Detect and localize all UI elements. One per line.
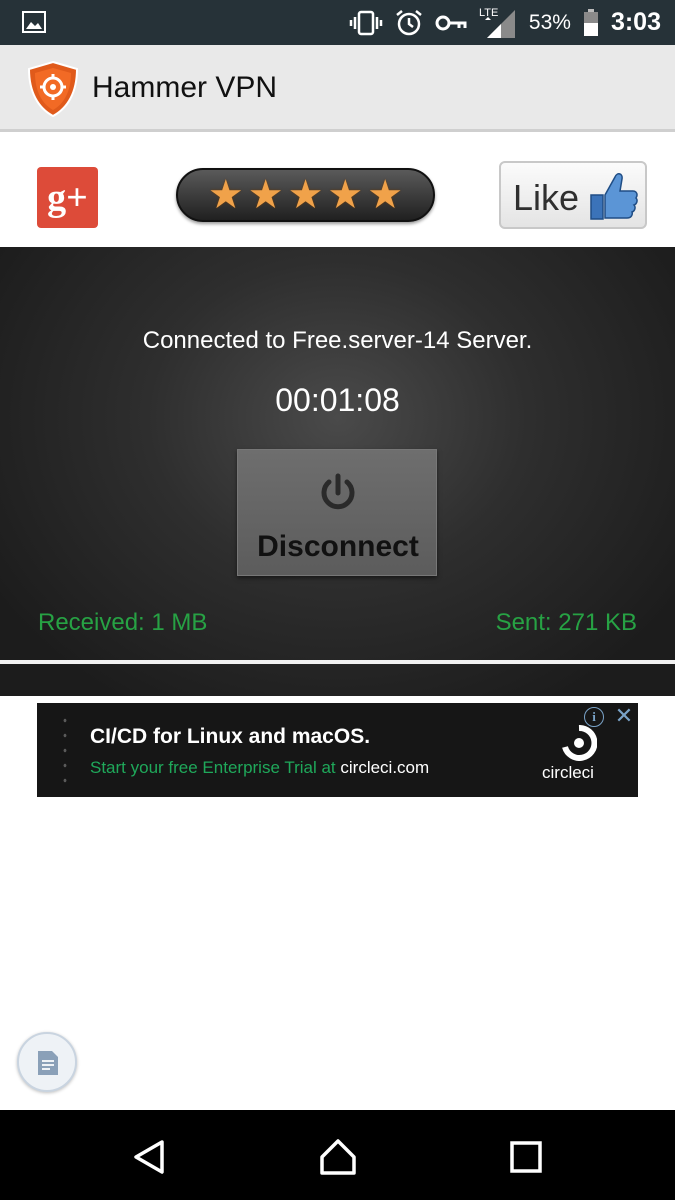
ad-brand: circleci xyxy=(542,763,594,782)
lte-signal-icon: LTE xyxy=(479,7,515,38)
battery-icon xyxy=(583,8,598,36)
app-title: Hammer VPN xyxy=(92,71,278,104)
battery-percent: 53% xyxy=(528,10,571,34)
disconnect-button[interactable]: Disconnect xyxy=(237,449,437,576)
star-icon: ★ xyxy=(247,172,284,218)
back-icon[interactable] xyxy=(130,1137,170,1177)
connection-panel: Connected to Free.server-14 Server. 00:0… xyxy=(0,247,675,696)
connection-status: Connected to Free.server-14 Server. xyxy=(142,327,533,354)
connection-timer: 00:01:08 xyxy=(275,382,400,418)
clock: 3:03 xyxy=(610,8,661,36)
star-icon: ★ xyxy=(327,172,364,218)
received-stat: Received: 1 MB xyxy=(38,609,208,636)
app-bar: Hammer VPN xyxy=(0,45,675,132)
star-icon: ★ xyxy=(207,172,244,218)
thumbs-up-icon xyxy=(590,173,638,220)
rate-app-button[interactable]: ★ ★ ★ ★ ★ xyxy=(176,168,435,222)
like-label: Like xyxy=(513,177,580,218)
vibrate-icon xyxy=(349,10,383,35)
image-notification-icon xyxy=(22,11,46,33)
vpn-key-icon xyxy=(435,15,467,30)
facebook-like-button[interactable]: Like xyxy=(499,161,647,229)
svg-text:LTE: LTE xyxy=(479,7,498,19)
disconnect-label: Disconnect xyxy=(257,530,419,563)
divider xyxy=(0,660,675,664)
ad-close-icon[interactable]: ✕ xyxy=(612,705,636,729)
star-icon: ★ xyxy=(367,172,404,218)
navigation-bar xyxy=(0,1110,675,1200)
star-icon: ★ xyxy=(287,172,324,218)
document-icon xyxy=(38,1051,58,1075)
home-icon[interactable] xyxy=(318,1137,358,1177)
app-shield-logo xyxy=(27,60,79,118)
alarm-icon xyxy=(396,9,422,35)
ad-subtitle: Start your free Enterprise Trial at circ… xyxy=(90,758,429,778)
ad-info-icon[interactable]: i xyxy=(584,707,604,727)
notes-floating-button[interactable] xyxy=(17,1032,77,1092)
ad-dot-pattern xyxy=(59,713,73,787)
ad-subtitle-text: Start your free Enterprise Trial at xyxy=(90,758,341,777)
ad-link[interactable]: circleci.com xyxy=(340,758,429,777)
social-row: g+ ★ ★ ★ ★ ★ Like xyxy=(0,135,675,247)
google-plus-button[interactable]: g+ xyxy=(37,167,98,228)
power-icon xyxy=(321,473,355,510)
status-bar: LTE 53% 3:03 xyxy=(0,0,675,45)
ad-title: CI/CD for Linux and macOS. xyxy=(90,725,371,748)
recent-apps-icon[interactable] xyxy=(506,1137,546,1177)
circleci-logo-icon xyxy=(562,725,597,761)
google-plus-label: g+ xyxy=(47,176,88,219)
sent-stat: Sent: 271 KB xyxy=(495,609,637,636)
ad-banner[interactable]: CI/CD for Linux and macOS. Start your fr… xyxy=(37,703,638,797)
